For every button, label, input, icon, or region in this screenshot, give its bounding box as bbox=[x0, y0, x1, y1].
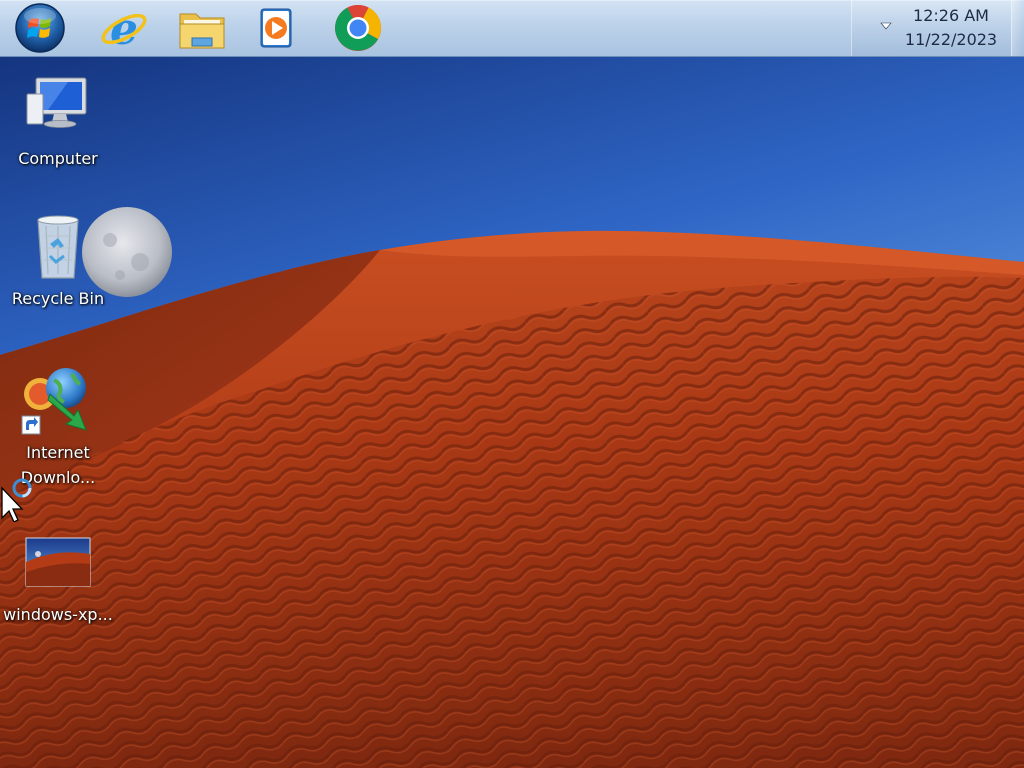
desktop-wallpaper bbox=[0, 0, 1024, 768]
chrome-icon bbox=[335, 4, 382, 51]
computer-icon bbox=[20, 72, 96, 148]
svg-text:e: e bbox=[110, 4, 138, 54]
notification-area: 12:26 AM 11/22/2023 bbox=[851, 0, 1024, 56]
chrome-button[interactable] bbox=[330, 2, 386, 54]
windows-logo-icon bbox=[15, 3, 65, 53]
desktop-icon-recycle-bin[interactable]: Recycle Bin bbox=[2, 212, 114, 311]
desktop-icon-label: Recycle Bin bbox=[11, 289, 105, 308]
windows-explorer-button[interactable] bbox=[174, 2, 230, 54]
desktop-icon-image-file[interactable]: windows-xp... bbox=[2, 528, 114, 627]
taskbar: e 12:26 AM 11/22/2023 bbox=[0, 0, 1024, 57]
clock-time: 12:26 AM bbox=[913, 6, 989, 25]
folder-icon bbox=[179, 13, 225, 49]
show-desktop-button[interactable] bbox=[1011, 0, 1024, 56]
clock-date: 11/22/2023 bbox=[904, 30, 998, 49]
desktop-icon-computer[interactable]: Computer bbox=[2, 72, 114, 171]
start-button[interactable] bbox=[12, 2, 68, 54]
taskbar-clock[interactable]: 12:26 AM 11/22/2023 bbox=[896, 4, 1006, 52]
internet-explorer-icon: e bbox=[101, 4, 147, 54]
internet-download-manager-icon bbox=[20, 366, 96, 442]
chevron-down-icon bbox=[880, 22, 892, 30]
media-player-icon bbox=[260, 8, 292, 48]
recycle-bin-icon bbox=[20, 212, 96, 288]
busy-cursor bbox=[0, 478, 40, 526]
internet-explorer-button[interactable]: e bbox=[96, 2, 152, 54]
desktop-icon-label: Computer bbox=[18, 149, 98, 168]
image-file-icon bbox=[20, 528, 96, 604]
media-player-button[interactable] bbox=[248, 2, 304, 54]
desktop-icon-label: windows-xp... bbox=[3, 605, 113, 624]
show-hidden-icons-button[interactable] bbox=[876, 17, 896, 35]
desktop-icon-internet-download-manager[interactable]: Internet Downlo... bbox=[2, 366, 114, 490]
